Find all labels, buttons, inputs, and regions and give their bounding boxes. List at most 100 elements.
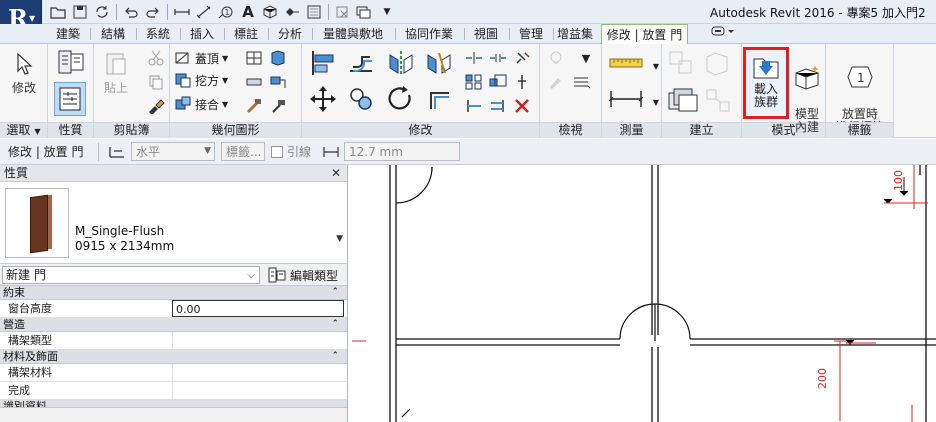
tab-massing-site[interactable]: 量體與敷地 — [314, 24, 392, 44]
orientation-icon — [107, 142, 127, 162]
create-similar-icon[interactable] — [704, 88, 734, 114]
cope-button[interactable]: 蓋頂 ▼ — [174, 48, 228, 68]
rotate-icon[interactable] — [386, 84, 416, 114]
property-name: 構架類型 — [8, 334, 52, 347]
properties-button[interactable] — [54, 82, 86, 116]
trim-extend-multiple-icon[interactable] — [488, 96, 508, 116]
split-element-icon[interactable] — [464, 48, 484, 68]
tab-manage[interactable]: 管理 — [511, 24, 551, 44]
aligned-dimension-icon[interactable] — [608, 88, 644, 110]
mirror-draw-axis-icon[interactable] — [424, 48, 454, 78]
cut-icon[interactable] — [146, 48, 166, 68]
demolish-icon[interactable] — [244, 96, 264, 116]
tag-icon[interactable]: 1 — [216, 2, 236, 22]
leader-checkbox[interactable] — [271, 145, 283, 158]
move-icon[interactable] — [308, 84, 338, 114]
tab-annotate[interactable]: 標註 — [227, 24, 265, 44]
view-dropdown-icon[interactable]: ▼ — [576, 48, 596, 68]
override-graphics-icon[interactable] — [546, 72, 566, 92]
property-value[interactable] — [172, 364, 344, 381]
tab-analyze[interactable]: 分析 — [271, 24, 309, 44]
split-gap-icon[interactable] — [488, 48, 508, 68]
chevron-down-icon[interactable]: ▼ — [336, 234, 343, 244]
customize-icon[interactable]: ▼ — [377, 2, 397, 22]
tab-addins[interactable]: 增益集 — [555, 24, 595, 44]
trim-extend-corner-icon[interactable] — [424, 84, 454, 114]
orientation-dropdown[interactable]: 水平 ▼ — [131, 142, 215, 161]
model-in-place-button[interactable]: 模型 內建 — [790, 50, 824, 134]
open-icon[interactable] — [48, 2, 68, 22]
dimension-label-side[interactable]: 200 — [816, 368, 829, 389]
modify-button[interactable]: 修改 — [2, 50, 46, 95]
type-selector[interactable]: M_Single-Flush 0915 x 2134mm ▼ — [0, 182, 347, 264]
sync-icon[interactable] — [92, 2, 112, 22]
leader-length-field[interactable]: 12.7 mm — [344, 142, 461, 161]
scale-icon[interactable] — [488, 72, 508, 92]
create-parts-icon[interactable] — [702, 48, 732, 78]
panel-select-title[interactable]: 選取 ▼ — [0, 122, 47, 138]
category-label: 材料及飾面 — [3, 350, 58, 363]
mirror-pick-axis-icon[interactable] — [386, 48, 416, 78]
category-identity[interactable]: 識別資料 — [0, 400, 347, 408]
match-type-icon[interactable] — [146, 96, 166, 116]
ribbon-display-icon — [711, 26, 734, 36]
join-geometry-button[interactable]: 接合 ▼ — [174, 94, 228, 114]
align-icon[interactable] — [308, 48, 338, 78]
trim-extend-single-icon[interactable] — [464, 96, 484, 116]
tab-modify-place-door[interactable]: 修改 | 放置 門 — [601, 24, 688, 45]
tab-view[interactable]: 視圖 — [466, 24, 506, 44]
close-windows-icon[interactable] — [333, 2, 353, 22]
instance-filter-dropdown[interactable]: 新建 門 ⌵ — [2, 266, 260, 284]
tab-insert[interactable]: 插入 — [183, 24, 221, 44]
offset-icon[interactable] — [346, 48, 376, 78]
unpin-icon[interactable] — [512, 48, 532, 68]
load-family-button[interactable]: 載入 族群 — [743, 47, 789, 119]
dimension-label-top[interactable]: 100 — [892, 170, 905, 191]
panel-modify: 修改 — [302, 44, 540, 138]
array-icon[interactable] — [464, 72, 484, 92]
delete-icon[interactable] — [512, 96, 532, 116]
thin-lines-icon[interactable] — [304, 2, 324, 22]
copy-icon[interactable] — [146, 72, 166, 92]
ribbon: 修改 選取 ▼ 性質 貼上 剪貼簿 蓋頂 ▼ 挖方 ▼ 接合 ▼ 幾何圖形 修改… — [0, 44, 936, 138]
switch-windows-icon[interactable] — [355, 2, 375, 22]
tab-architecture[interactable]: 建築 — [48, 24, 88, 44]
category-materials[interactable]: 材料及飾面 ⌃ — [0, 350, 347, 364]
dimension-icon[interactable] — [194, 2, 214, 22]
save-icon[interactable] — [70, 2, 90, 22]
measure-icon[interactable] — [172, 2, 192, 22]
linework-icon[interactable] — [572, 72, 592, 92]
ribbon-minimize-button[interactable] — [708, 24, 738, 44]
close-icon[interactable]: ✕ — [331, 165, 341, 181]
property-value[interactable] — [172, 332, 344, 349]
edit-type-button[interactable]: 編輯類型 — [268, 266, 338, 284]
section-icon[interactable] — [282, 2, 302, 22]
create-group-icon[interactable] — [664, 84, 700, 116]
pin-icon[interactable] — [512, 72, 532, 92]
tab-structure[interactable]: 結構 — [93, 24, 133, 44]
copy-element-icon[interactable] — [346, 84, 376, 114]
sill-height-field[interactable]: 0.00 — [172, 300, 344, 317]
3d-view-icon[interactable] — [260, 2, 280, 22]
drawing-area[interactable]: 100 200 — [352, 165, 936, 422]
paint-icon[interactable] — [268, 72, 288, 92]
property-value[interactable] — [172, 382, 344, 399]
text-icon[interactable]: A — [238, 2, 258, 22]
create-assembly-icon[interactable] — [666, 48, 696, 78]
tab-systems[interactable]: 系統 — [139, 24, 177, 44]
wall-joins-icon[interactable] — [244, 48, 264, 68]
measure-between-icon[interactable] — [608, 52, 644, 74]
undo-icon[interactable] — [121, 2, 141, 22]
split-face-icon[interactable] — [268, 48, 288, 68]
category-constraints[interactable]: 約束 ⌃ — [0, 286, 347, 300]
redo-icon[interactable] — [143, 2, 163, 22]
tags-button[interactable]: 標籤... — [221, 142, 265, 161]
hammer-icon[interactable] — [268, 96, 288, 116]
cut-geometry-button[interactable]: 挖方 ▼ — [174, 70, 228, 90]
beam-join-icon[interactable] — [244, 72, 264, 92]
category-construction[interactable]: 營造 ⌃ — [0, 318, 347, 332]
tab-collaborate[interactable]: 協同作業 — [397, 24, 461, 44]
hide-in-view-icon[interactable] — [546, 48, 566, 68]
paste-button[interactable]: 貼上 — [100, 50, 132, 95]
type-properties-button[interactable] — [56, 47, 86, 77]
